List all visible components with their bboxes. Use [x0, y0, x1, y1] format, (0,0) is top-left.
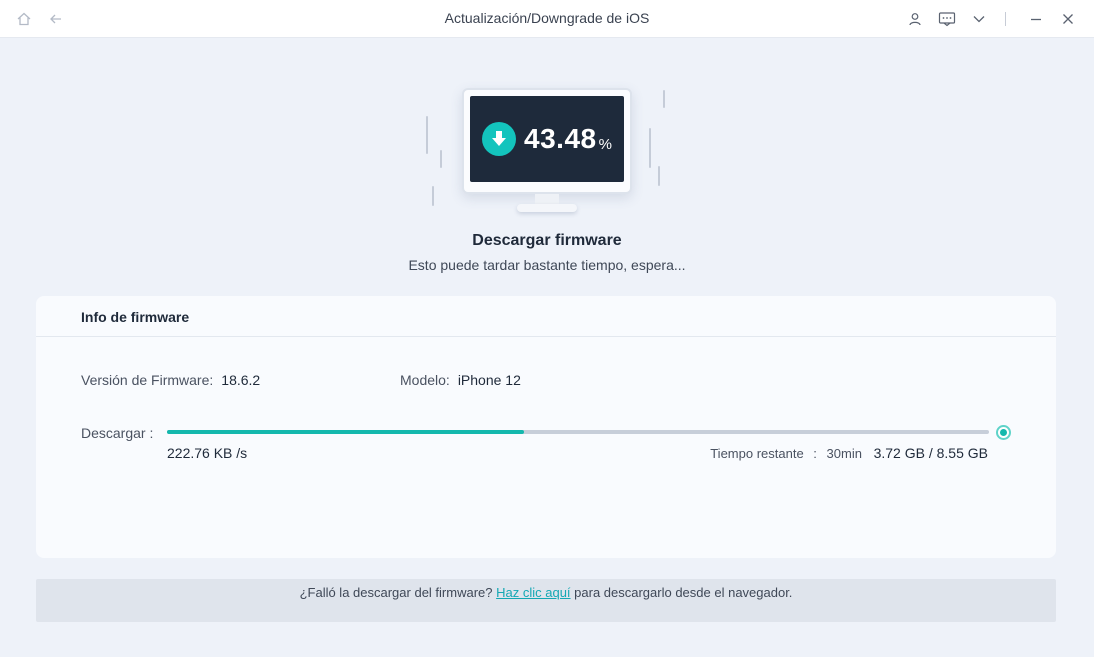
remaining-label: Tiempo restante [710, 446, 804, 461]
decoration-line [440, 150, 442, 168]
firmware-version-value: 18.6.2 [221, 372, 261, 388]
minimize-icon[interactable] [1026, 9, 1046, 29]
download-icon [482, 122, 517, 156]
page-title: Descargar firmware [472, 232, 622, 249]
decoration-line [432, 186, 434, 206]
user-icon[interactable] [905, 9, 925, 29]
page-subtitle: Esto puede tardar bastante tiempo, esper… [408, 257, 686, 273]
model-row: Modelo: iPhone 12 [400, 372, 521, 388]
download-illustration: 43.48 % [420, 84, 674, 220]
footer-text-before: ¿Falló la descargar del firmware? [299, 585, 493, 600]
remaining-time: 30min [826, 446, 862, 461]
progress-end-icon [996, 425, 1011, 440]
footer-text-after: para descargarlo desde el navegador. [574, 585, 793, 600]
feedback-icon[interactable] [937, 9, 957, 29]
download-progress-bar [167, 430, 989, 434]
monitor-stand [535, 194, 559, 204]
decoration-line [649, 128, 651, 168]
download-speed: 222.76 KB /s [167, 445, 248, 461]
chevron-down-icon[interactable] [969, 9, 989, 29]
footer-help: ¿Falló la descargar del firmware? Haz cl… [36, 579, 1056, 622]
monitor-base [517, 204, 577, 212]
decoration-line [426, 116, 428, 154]
card-title: Info de firmware [36, 296, 1056, 337]
firmware-info-card: Info de firmware Versión de Firmware: 18.… [36, 296, 1056, 558]
model-value: iPhone 12 [457, 372, 521, 388]
window-title: Actualización/Downgrade de iOS [444, 10, 650, 26]
download-percent: 43.48 [524, 123, 597, 154]
remaining-info: Tiempo restante : 30min 3.72 GB / 8.55 G… [710, 445, 988, 461]
browser-download-link[interactable]: Haz clic aquí [496, 585, 570, 600]
percent-sign: % [598, 135, 612, 153]
download-label: Descargar : [81, 425, 154, 441]
monitor-screen: 43.48 % [470, 96, 624, 182]
download-size: 3.72 GB / 8.55 GB [873, 445, 988, 461]
titlebar-divider [1005, 12, 1006, 26]
model-label: Modelo: [400, 372, 450, 388]
remaining-separator: : [813, 446, 817, 461]
monitor: 43.48 % [462, 88, 632, 194]
decoration-line [658, 166, 660, 186]
decoration-line [663, 90, 665, 108]
download-progress-fill [167, 430, 525, 434]
close-icon[interactable] [1058, 9, 1078, 29]
firmware-version-row: Versión de Firmware: 18.6.2 [81, 372, 260, 388]
title-bar: Actualización/Downgrade de iOS [0, 0, 1094, 38]
firmware-version-label: Versión de Firmware: [81, 372, 214, 388]
